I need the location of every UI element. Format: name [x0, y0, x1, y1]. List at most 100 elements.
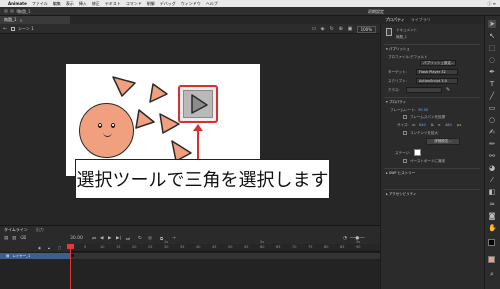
outline-icon[interactable]: □ — [58, 246, 61, 250]
tween-icon[interactable]: ⇢ — [172, 236, 176, 241]
playhead[interactable] — [70, 244, 71, 289]
bone-icon[interactable]: ⚯ — [488, 152, 496, 160]
ruler-frame-label: 25 — [148, 245, 153, 249]
triangle-shape[interactable] — [135, 109, 155, 129]
onion-skin-icon[interactable]: ◎ — [148, 236, 152, 241]
eyedropper-icon[interactable]: ⁄ — [488, 176, 496, 184]
swf-history-section-header[interactable]: ▸ SWF ヒストリー — [386, 171, 415, 176]
selection-tool-icon[interactable]: ➤ — [488, 20, 496, 28]
triangle-shape[interactable] — [171, 140, 192, 162]
brush-icon[interactable]: ✍ — [488, 128, 496, 136]
timeline-empty-area[interactable] — [0, 259, 380, 289]
stage-width[interactable]: 640 — [419, 123, 426, 127]
pencil-icon[interactable]: ✏ — [488, 140, 496, 148]
link-icon[interactable]: ⧉ — [431, 123, 434, 127]
loop-icon[interactable]: ↻ — [138, 236, 142, 241]
triangle-shape[interactable] — [112, 76, 136, 97]
frame-span-checkbox[interactable] — [403, 115, 407, 119]
triangle-shape[interactable] — [149, 83, 168, 103]
rectangle-icon[interactable]: ▭ — [488, 104, 496, 112]
menubar-status[interactable]: ⓘ ≡ — [487, 1, 496, 7]
publish-section-header[interactable]: ▾ パブリッシュ — [386, 47, 410, 52]
size-unit: px — [457, 123, 462, 127]
ruler-frame-label: 30 — [164, 245, 169, 249]
tab-output[interactable]: 出力 — [36, 227, 44, 233]
accessibility-section-header[interactable]: ▸ アクセシビリティ — [386, 192, 417, 197]
pasteboard-checkbox[interactable] — [403, 159, 407, 163]
ruler-frame-label: 65 — [276, 245, 281, 249]
ruler-frame-label: 5 — [84, 245, 87, 249]
zoom-icon[interactable]: ⌕ — [488, 270, 496, 278]
layer-name[interactable]: レイヤー_1 — [12, 254, 30, 259]
eye-icon[interactable]: ◉ — [38, 246, 41, 250]
subselection-tool-icon[interactable]: ↖ — [488, 32, 496, 40]
timeline-zoom-icon[interactable]: ◔ — [343, 236, 347, 241]
document-icon — [386, 28, 392, 36]
camera-icon[interactable]: ◙ — [488, 212, 496, 220]
triangle-shape[interactable] — [159, 113, 180, 134]
script-select[interactable]: ActionScript 3.0 — [416, 78, 458, 84]
selected-triangle[interactable] — [183, 90, 213, 118]
free-transform-icon[interactable]: ⬚ — [488, 44, 496, 52]
publish-settings-button[interactable]: パブリッシュ設定... — [420, 60, 456, 66]
lasso-icon[interactable]: ◌ — [488, 56, 496, 64]
layer-header: ◉ 🔒︎ □ — [0, 244, 70, 252]
width-icon[interactable]: ≈ — [488, 200, 496, 208]
paint-bucket-icon[interactable]: ◕ — [488, 164, 496, 172]
stage-height[interactable]: 480 — [445, 123, 452, 127]
scale-content-label: コンテンツを拡大 — [410, 131, 438, 135]
properties-section-header[interactable]: ▾ プロパティ — [386, 100, 406, 105]
tab-timeline[interactable]: タイムライン — [4, 227, 28, 233]
timeline-controls: ▤ ▥ ⌫ 30.00 ⏮ ◀ ▶ ▶| ⏭ ↻ ◎ ⧉ ⇢ ◔ ──●── — [0, 234, 380, 244]
text-icon[interactable]: T — [488, 80, 496, 88]
circle-face-shape[interactable] — [79, 103, 134, 158]
ruler-frame-label: 90 — [356, 245, 361, 249]
pen-icon[interactable]: ✒ — [488, 68, 496, 76]
keyframe[interactable] — [71, 254, 74, 257]
left-eye — [98, 123, 102, 128]
ruler-frame-label: 60 — [260, 245, 265, 249]
new-layer-icon[interactable]: ▤ — [4, 236, 8, 241]
edit-class-icon[interactable]: ✎ — [446, 87, 450, 93]
panel-divider — [384, 168, 480, 169]
oval-icon[interactable]: ○ — [488, 116, 496, 124]
fps-display[interactable]: 30.00 — [70, 236, 83, 241]
step-back-icon[interactable]: ◀ — [100, 236, 103, 241]
fps-label: フレームレート: — [390, 108, 416, 112]
eraser-icon[interactable]: ◧ — [488, 188, 496, 196]
go-to-first-icon[interactable]: ⏮ — [92, 236, 96, 242]
new-folder-icon[interactable]: ▥ — [12, 236, 16, 241]
script-label: スクリプト: — [388, 79, 407, 83]
tab-library[interactable]: ライブラリ — [411, 17, 431, 23]
pasteboard-label: ペーストボードに適用 — [410, 159, 445, 163]
width-prefix: W: — [412, 123, 416, 127]
stroke-color-swatch[interactable] — [488, 239, 495, 246]
target-select[interactable]: Flash Player 32 — [416, 69, 458, 75]
stage-color-swatch[interactable] — [414, 149, 421, 156]
line-icon[interactable]: ╱ — [488, 92, 496, 100]
class-input[interactable] — [406, 87, 442, 93]
stage-color-label: ステージ: — [395, 151, 411, 155]
advanced-settings-button[interactable]: 詳細設定... — [426, 138, 460, 145]
frame-ruler[interactable]: 5 10 15 20 25 1s 30 35 40 45 50 55 2s 60… — [70, 240, 380, 252]
go-to-last-icon[interactable]: ⏭ — [126, 236, 130, 242]
lock-icon[interactable]: 🔒︎ — [48, 246, 50, 250]
profile-label: プロファイル: — [388, 55, 411, 59]
ruler-frame-label: 20 — [132, 245, 137, 249]
fps-value[interactable]: 30.00 — [418, 108, 428, 112]
step-forward-icon[interactable]: ▶| — [116, 236, 121, 241]
scale-content-checkbox[interactable] — [403, 131, 407, 135]
tab-properties[interactable]: プロパティ — [385, 17, 405, 23]
ruler-frame-label: 80 — [324, 245, 329, 249]
edit-multiple-frames-icon[interactable]: ⧉ — [160, 236, 163, 242]
instruction-text: 選択ツールで三角を選択します — [76, 170, 329, 191]
delete-layer-icon[interactable]: ⌫ — [20, 236, 26, 241]
ruler-seconds-label: 3s — [356, 240, 361, 244]
panel-divider — [384, 44, 480, 45]
fill-color-swatch[interactable] — [488, 256, 495, 263]
right-eye — [111, 123, 115, 128]
playhead-handle[interactable] — [67, 244, 74, 249]
play-icon[interactable]: ▶ — [108, 236, 111, 241]
hand-icon[interactable]: ✋ — [488, 224, 497, 232]
instruction-callout: 選択ツールで三角を選択します — [75, 159, 330, 199]
